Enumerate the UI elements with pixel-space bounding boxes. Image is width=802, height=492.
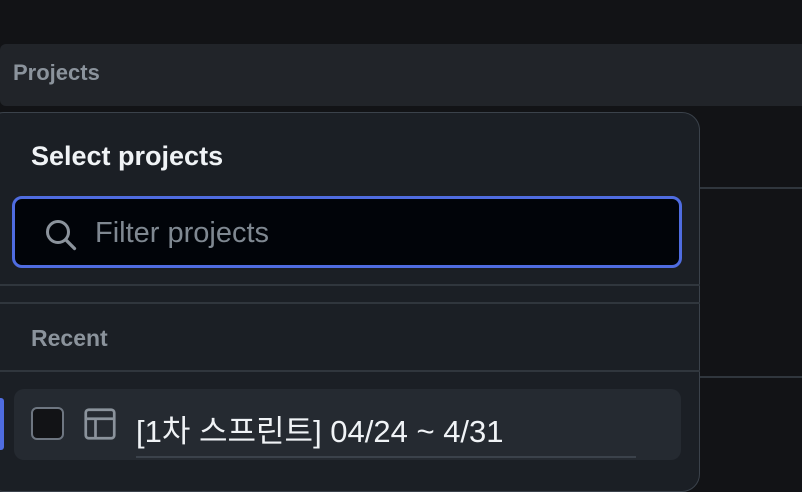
filter-projects-field[interactable] xyxy=(12,196,682,268)
table-icon xyxy=(84,408,116,440)
row-separator xyxy=(136,456,636,458)
active-item-indicator xyxy=(0,398,4,450)
dialog-title: Select projects xyxy=(31,141,224,171)
filter-projects-input[interactable] xyxy=(95,213,655,253)
project-name: [1차 스프린트] 04/24 ~ 4/31 xyxy=(136,414,504,449)
section-divider xyxy=(0,284,700,286)
search-icon xyxy=(46,220,77,251)
background-divider xyxy=(700,376,802,378)
recent-section-label: Recent xyxy=(31,325,108,351)
project-checkbox[interactable] xyxy=(31,407,64,440)
project-list-item[interactable]: [1차 스프린트] 04/24 ~ 4/31 xyxy=(14,389,681,460)
projects-header-bar xyxy=(0,44,802,106)
section-divider xyxy=(0,302,700,304)
background-divider xyxy=(700,187,802,189)
projects-heading: Projects xyxy=(13,60,100,85)
section-divider xyxy=(0,370,700,372)
